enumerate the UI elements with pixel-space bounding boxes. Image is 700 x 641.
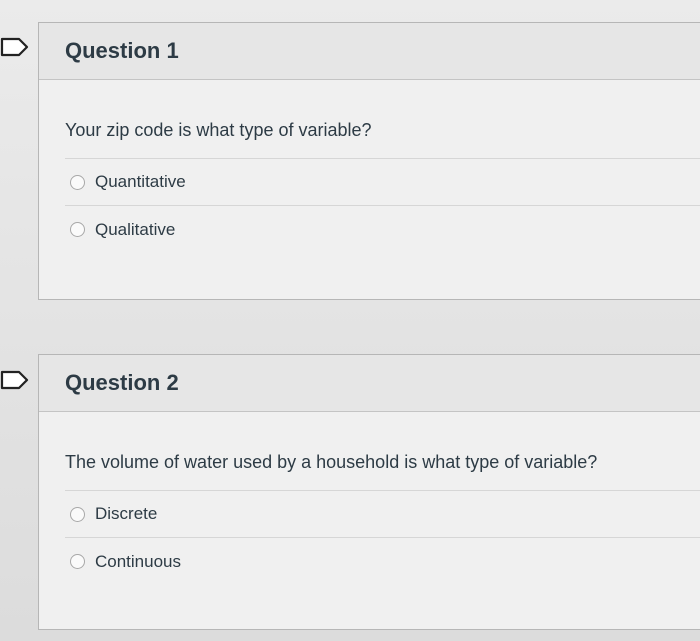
question-header: Question 1 xyxy=(39,23,700,80)
question-header: Question 2 xyxy=(39,355,700,412)
answer-label: Qualitative xyxy=(95,219,176,239)
answer-option[interactable]: Continuous xyxy=(65,538,700,585)
radio-unselected-icon[interactable] xyxy=(70,222,85,237)
flag-question-icon[interactable] xyxy=(0,36,30,58)
answer-label: Continuous xyxy=(95,551,182,571)
answer-option[interactable]: Quantitative xyxy=(65,159,700,206)
question-card: Question 1 Your zip code is what type of… xyxy=(38,22,700,300)
question-card: Question 2 The volume of water used by a… xyxy=(38,354,700,630)
answer-list: Discrete Continuous xyxy=(65,490,700,585)
question-text: The volume of water used by a household … xyxy=(65,452,598,472)
answer-label: Discrete xyxy=(95,504,158,523)
answer-label: Quantitative xyxy=(95,172,186,191)
answer-option[interactable]: Qualitative xyxy=(65,206,700,253)
answer-list: Quantitative Qualitative xyxy=(65,158,700,253)
answer-option[interactable]: Discrete xyxy=(65,491,700,538)
radio-unselected-icon[interactable] xyxy=(70,174,85,190)
radio-unselected-icon[interactable] xyxy=(70,506,85,522)
question-title: Question 2 xyxy=(65,370,179,395)
question-text: Your zip code is what type of variable? xyxy=(65,120,372,140)
flag-question-icon[interactable] xyxy=(0,369,30,391)
radio-unselected-icon[interactable] xyxy=(70,554,85,569)
question-title: Question 1 xyxy=(65,38,179,63)
